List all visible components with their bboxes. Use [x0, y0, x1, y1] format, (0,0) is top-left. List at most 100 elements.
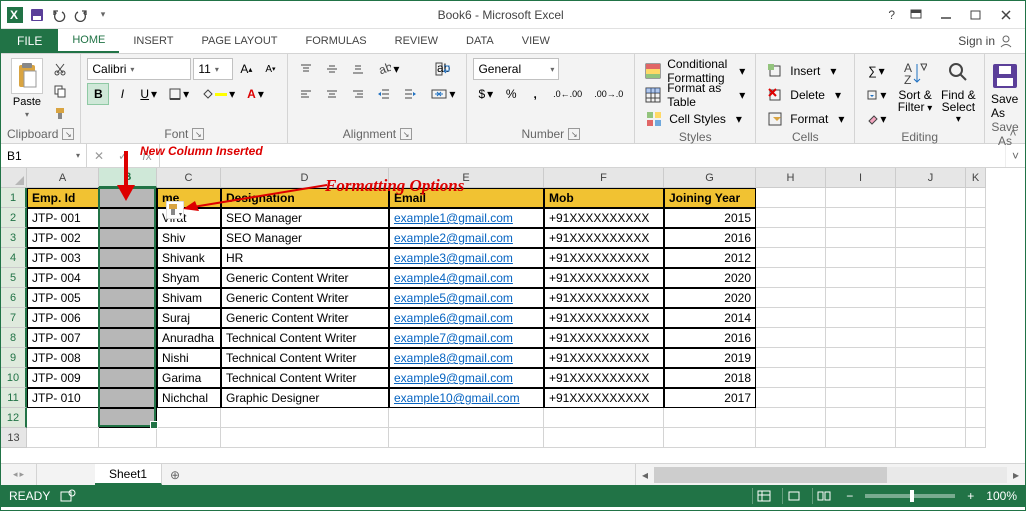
cell-D9[interactable]: Technical Content Writer: [221, 348, 389, 368]
clear-button[interactable]: ▾: [861, 108, 891, 130]
tab-view[interactable]: VIEW: [508, 29, 564, 53]
hscroll-left-icon[interactable]: ◂: [636, 468, 654, 482]
cell-D11[interactable]: Graphic Designer: [221, 388, 389, 408]
cell-C7[interactable]: Suraj: [157, 308, 221, 328]
cell-K9[interactable]: [966, 348, 986, 368]
tab-review[interactable]: REVIEW: [381, 29, 452, 53]
cell-A4[interactable]: JTP- 003: [27, 248, 99, 268]
cell-E13[interactable]: [389, 428, 544, 448]
cell-H13[interactable]: [756, 428, 826, 448]
align-left-button[interactable]: [294, 83, 318, 105]
cell-I3[interactable]: [826, 228, 896, 248]
row-header-13[interactable]: 13: [1, 428, 27, 448]
maximize-icon[interactable]: [961, 4, 991, 26]
font-launcher[interactable]: ↘: [192, 128, 204, 140]
cell-J7[interactable]: [896, 308, 966, 328]
column-header-J[interactable]: J: [896, 168, 966, 188]
fill-color-button[interactable]: ▾: [196, 83, 240, 105]
row-header-5[interactable]: 5: [1, 268, 27, 288]
cell-D7[interactable]: Generic Content Writer: [221, 308, 389, 328]
align-right-button[interactable]: [346, 83, 370, 105]
row-header-4[interactable]: 4: [1, 248, 27, 268]
cell-H10[interactable]: [756, 368, 826, 388]
cell-B10[interactable]: [99, 368, 157, 388]
cell-I11[interactable]: [826, 388, 896, 408]
cell-J12[interactable]: [896, 408, 966, 428]
cell-E1[interactable]: Email: [389, 188, 544, 208]
cell-D13[interactable]: [221, 428, 389, 448]
cell-G4[interactable]: 2012: [664, 248, 756, 268]
insert-options-button[interactable]: [165, 200, 185, 220]
cell-E6[interactable]: example5@gmail.com: [389, 288, 544, 308]
cell-B6[interactable]: [99, 288, 157, 308]
sheet-tab-sheet1[interactable]: Sheet1: [95, 464, 162, 485]
comma-format-button[interactable]: ,: [524, 83, 546, 105]
redo-icon[interactable]: [71, 5, 91, 25]
border-button[interactable]: ▾: [164, 83, 194, 105]
cell-D8[interactable]: Technical Content Writer: [221, 328, 389, 348]
cell-H9[interactable]: [756, 348, 826, 368]
cell-F13[interactable]: [544, 428, 664, 448]
cell-E5[interactable]: example4@gmail.com: [389, 268, 544, 288]
cell-H8[interactable]: [756, 328, 826, 348]
row-header-3[interactable]: 3: [1, 228, 27, 248]
cell-G11[interactable]: 2017: [664, 388, 756, 408]
cell-B8[interactable]: [99, 328, 157, 348]
cell-A12[interactable]: [27, 408, 99, 428]
cell-E11[interactable]: example10@gmail.com: [389, 388, 544, 408]
format-painter-button[interactable]: [51, 104, 69, 122]
tab-formulas[interactable]: FORMULAS: [292, 29, 381, 53]
cell-I6[interactable]: [826, 288, 896, 308]
cell-H11[interactable]: [756, 388, 826, 408]
cell-G8[interactable]: 2016: [664, 328, 756, 348]
cell-J6[interactable]: [896, 288, 966, 308]
cell-C13[interactable]: [157, 428, 221, 448]
cell-B12[interactable]: [99, 408, 157, 428]
number-launcher[interactable]: ↘: [568, 128, 580, 140]
column-header-K[interactable]: K: [966, 168, 986, 188]
cell-I10[interactable]: [826, 368, 896, 388]
conditional-formatting-button[interactable]: Conditional Formatting▾: [641, 60, 749, 82]
tab-page-layout[interactable]: PAGE LAYOUT: [187, 29, 291, 53]
cell-K10[interactable]: [966, 368, 986, 388]
cell-A13[interactable]: [27, 428, 99, 448]
fill-button[interactable]: ▾: [861, 84, 891, 106]
tab-home[interactable]: HOME: [58, 29, 119, 53]
cell-K6[interactable]: [966, 288, 986, 308]
autosum-button[interactable]: ∑▾: [861, 60, 891, 82]
cell-B11[interactable]: [99, 388, 157, 408]
page-layout-view-button[interactable]: [782, 488, 804, 504]
cell-E4[interactable]: example3@gmail.com: [389, 248, 544, 268]
cell-I8[interactable]: [826, 328, 896, 348]
cell-H1[interactable]: [756, 188, 826, 208]
cell-A1[interactable]: Emp. Id: [27, 188, 99, 208]
cell-I7[interactable]: [826, 308, 896, 328]
cell-G1[interactable]: Joining Year: [664, 188, 756, 208]
cell-H7[interactable]: [756, 308, 826, 328]
cell-C4[interactable]: Shivank: [157, 248, 221, 268]
format-cells-button[interactable]: Format▾: [762, 108, 848, 130]
cell-H4[interactable]: [756, 248, 826, 268]
cell-I4[interactable]: [826, 248, 896, 268]
cell-D4[interactable]: HR: [221, 248, 389, 268]
cell-C8[interactable]: Anuradha: [157, 328, 221, 348]
cell-J9[interactable]: [896, 348, 966, 368]
name-box[interactable]: B1▾: [1, 144, 87, 167]
cell-F2[interactable]: +91XXXXXXXXXX: [544, 208, 664, 228]
cell-J2[interactable]: [896, 208, 966, 228]
cell-B9[interactable]: [99, 348, 157, 368]
cell-C3[interactable]: Shiv: [157, 228, 221, 248]
cell-F5[interactable]: +91XXXXXXXXXX: [544, 268, 664, 288]
normal-view-button[interactable]: [752, 488, 774, 504]
increase-decimal-button[interactable]: .0←.00: [548, 83, 587, 105]
cell-K5[interactable]: [966, 268, 986, 288]
row-header-1[interactable]: 1: [1, 188, 27, 208]
decrease-font-button[interactable]: A▾: [259, 58, 281, 80]
save-icon[interactable]: [27, 5, 47, 25]
cell-F12[interactable]: [544, 408, 664, 428]
column-header-H[interactable]: H: [756, 168, 826, 188]
column-header-I[interactable]: I: [826, 168, 896, 188]
cell-K12[interactable]: [966, 408, 986, 428]
cell-G3[interactable]: 2016: [664, 228, 756, 248]
cell-J3[interactable]: [896, 228, 966, 248]
